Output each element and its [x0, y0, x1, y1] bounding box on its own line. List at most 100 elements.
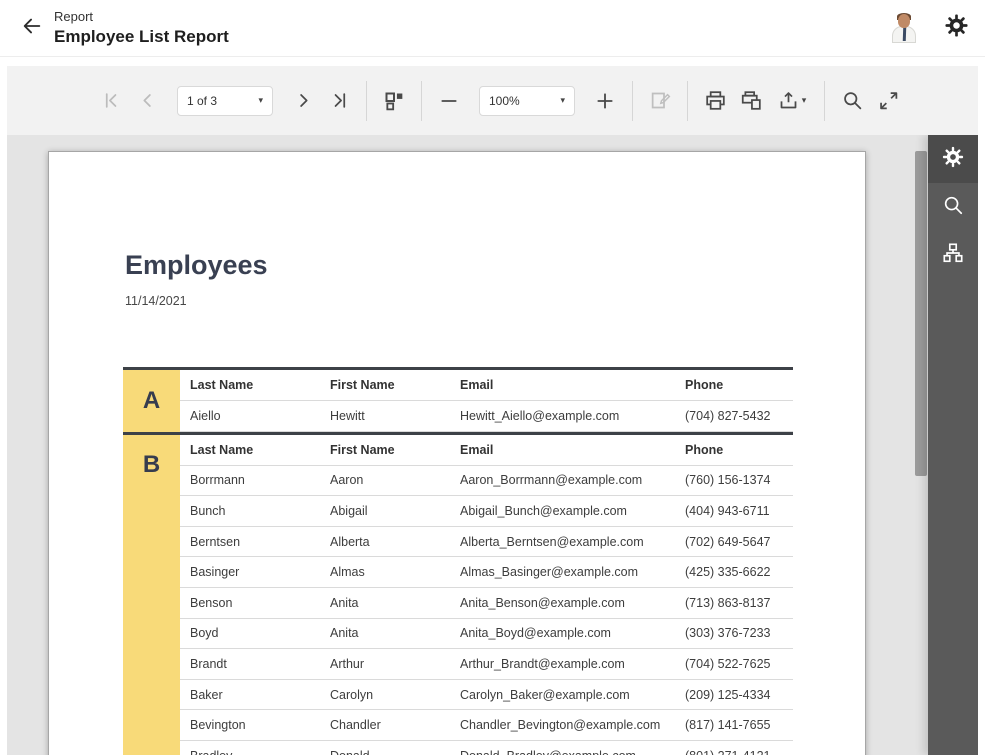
column-header: First Name — [320, 443, 450, 457]
sidebar-item-search[interactable] — [928, 183, 978, 231]
gear-icon — [945, 14, 968, 42]
table-cell: (817) 141-7655 — [675, 718, 793, 732]
column-header: Email — [450, 443, 675, 457]
viewer-toolbar: 1 of 3 ▾ — [7, 66, 978, 135]
table-cell: Alberta — [320, 535, 450, 549]
table-row: BunchAbigailAbigail_Bunch@example.com(40… — [180, 496, 793, 527]
table-row: BoydAnitaAnita_Boyd@example.com(303) 376… — [180, 619, 793, 650]
table-cell: Anita_Benson@example.com — [450, 596, 675, 610]
table-cell: Aiello — [180, 409, 320, 423]
settings-button[interactable] — [941, 13, 971, 43]
document-map-icon — [942, 242, 964, 269]
table-cell: Bunch — [180, 504, 320, 518]
fullscreen-button[interactable] — [870, 83, 906, 119]
table-cell: Bevington — [180, 718, 320, 732]
next-page-button[interactable] — [285, 83, 321, 119]
next-page-icon — [294, 91, 313, 110]
table-cell: Hewitt_Aiello@example.com — [450, 409, 675, 423]
table-cell: Boyd — [180, 626, 320, 640]
user-avatar[interactable] — [891, 13, 917, 43]
section-letter-cell: A — [123, 370, 180, 432]
table-cell: Baker — [180, 688, 320, 702]
caret-down-icon: ▾ — [258, 95, 263, 106]
back-arrow-icon — [21, 15, 43, 42]
table-cell: Bradley — [180, 749, 320, 755]
table-cell: (713) 863-8137 — [675, 596, 793, 610]
column-header: First Name — [320, 378, 450, 392]
page-number-value: 1 of 3 — [187, 94, 258, 108]
toolbar-separator — [366, 81, 367, 121]
table-cell: Berntsen — [180, 535, 320, 549]
table-section: ALast NameFirst NameEmailPhoneAielloHewi… — [123, 367, 793, 432]
edit-fields-button[interactable] — [642, 83, 678, 119]
table-section: BLast NameFirst NameEmailPhoneBorrmannAa… — [123, 432, 793, 755]
toolbar-separator — [421, 81, 422, 121]
report-viewer: 1 of 3 ▾ — [7, 66, 978, 755]
page-number-select[interactable]: 1 of 3 ▾ — [177, 86, 273, 116]
sidebar-item-document-map[interactable] — [928, 231, 978, 279]
viewer-stage: Employees 11/14/2021 ALast NameFirst Nam… — [7, 135, 978, 755]
caret-down-icon: ▾ — [560, 95, 565, 106]
multipage-view-button[interactable] — [376, 83, 412, 119]
export-button[interactable]: ▾ — [769, 83, 815, 119]
table-cell: Carolyn — [320, 688, 450, 702]
plus-icon — [595, 91, 615, 111]
search-button[interactable] — [834, 83, 870, 119]
table-cell: Hewitt — [320, 409, 450, 423]
column-header: Phone — [675, 443, 793, 457]
last-page-button[interactable] — [321, 83, 357, 119]
back-button[interactable] — [16, 12, 48, 44]
header-titles: Report Employee List Report — [54, 9, 229, 47]
table-cell: Almas_Basinger@example.com — [450, 565, 675, 579]
fullscreen-icon — [878, 90, 899, 111]
table-cell: Borrmann — [180, 473, 320, 487]
vertical-scrollbar-thumb[interactable] — [915, 151, 927, 476]
table-cell: Aaron — [320, 473, 450, 487]
table-cell: Basinger — [180, 565, 320, 579]
table-cell: Chandler_Bevington@example.com — [450, 718, 675, 732]
zoom-level-select[interactable]: 100% ▾ — [479, 86, 575, 116]
page-title: Employee List Report — [54, 26, 229, 47]
table-cell: Anita — [320, 596, 450, 610]
table-cell: Arthur — [320, 657, 450, 671]
sidebar-item-settings[interactable] — [928, 135, 978, 183]
caret-down-icon: ▾ — [802, 95, 807, 106]
edit-document-icon — [650, 90, 671, 111]
table-cell: (404) 943-6711 — [675, 504, 793, 518]
table-cell: Almas — [320, 565, 450, 579]
multipage-icon — [384, 91, 404, 111]
table-cell: Carolyn_Baker@example.com — [450, 688, 675, 702]
table-cell: Donald_Bradley@example.com — [450, 749, 675, 755]
print-page-icon — [741, 90, 762, 111]
table-cell: Chandler — [320, 718, 450, 732]
report-date: 11/14/2021 — [125, 294, 865, 308]
report-table: ALast NameFirst NameEmailPhoneAielloHewi… — [123, 367, 793, 755]
last-page-icon — [330, 91, 349, 110]
table-cell: (704) 522-7625 — [675, 657, 793, 671]
table-cell: (303) 376-7233 — [675, 626, 793, 640]
breadcrumb: Report — [54, 9, 229, 25]
table-cell: (702) 649-5647 — [675, 535, 793, 549]
print-button[interactable] — [697, 83, 733, 119]
table-cell: (425) 335-6622 — [675, 565, 793, 579]
first-page-button[interactable] — [93, 83, 129, 119]
section-rows: Last NameFirst NameEmailPhoneBorrmannAar… — [180, 435, 793, 755]
zoom-in-button[interactable] — [587, 83, 623, 119]
table-row: BradleyDonaldDonald_Bradley@example.com(… — [180, 741, 793, 755]
table-cell: Abigail — [320, 504, 450, 518]
table-cell: Brandt — [180, 657, 320, 671]
table-header-row: Last NameFirst NameEmailPhone — [180, 435, 793, 466]
zoom-out-button[interactable] — [431, 83, 467, 119]
export-icon — [778, 90, 799, 111]
table-row: BevingtonChandlerChandler_Bevington@exam… — [180, 710, 793, 741]
previous-page-button[interactable] — [129, 83, 165, 119]
table-cell: (760) 156-1374 — [675, 473, 793, 487]
table-cell: Anita — [320, 626, 450, 640]
section-letter: A — [123, 370, 180, 431]
table-row: BorrmannAaronAaron_Borrmann@example.com(… — [180, 466, 793, 497]
table-cell: Alberta_Berntsen@example.com — [450, 535, 675, 549]
table-header-row: Last NameFirst NameEmailPhone — [180, 370, 793, 401]
minus-icon — [439, 91, 459, 111]
avatar-tie — [902, 27, 905, 41]
print-page-button[interactable] — [733, 83, 769, 119]
